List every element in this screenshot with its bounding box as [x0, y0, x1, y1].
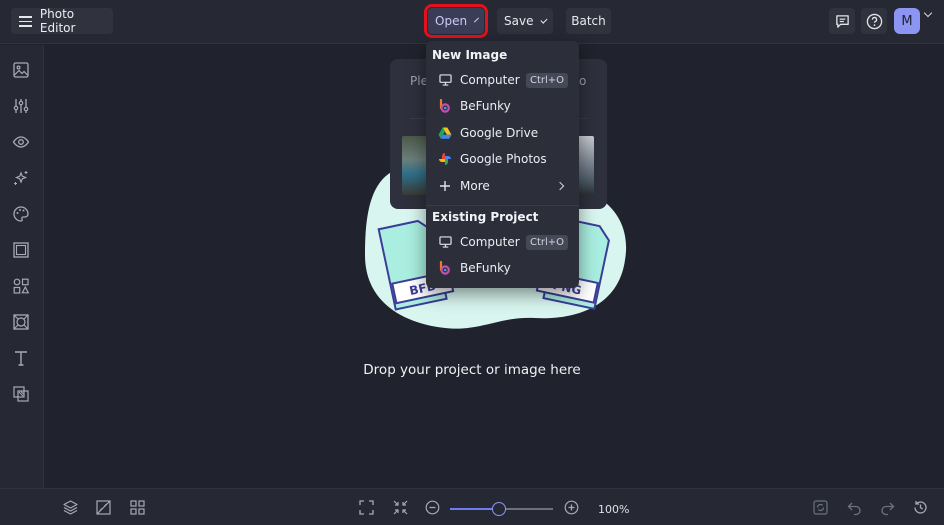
google-photos-icon — [438, 152, 452, 166]
menu-item-google-drive[interactable]: Google Drive — [426, 120, 579, 146]
hamburger-icon — [19, 16, 32, 27]
app-menu-button[interactable]: Photo Editor — [11, 7, 113, 35]
frame-icon[interactable] — [12, 241, 30, 259]
avatar[interactable]: M — [894, 8, 920, 34]
menu-item-computer[interactable]: Computer Ctrl+O — [426, 67, 579, 93]
chevron-down-icon — [540, 16, 548, 23]
new-image-heading: New Image — [432, 48, 508, 62]
zoom-in-icon[interactable] — [564, 500, 579, 515]
menu-item-project-befunky[interactable]: BeFunky — [426, 255, 579, 281]
left-toolbar — [0, 45, 44, 488]
overlay-icon[interactable] — [12, 385, 30, 403]
monitor-icon — [438, 235, 452, 249]
batch-button[interactable]: Batch — [566, 8, 611, 34]
compare-icon[interactable] — [95, 499, 112, 516]
sliders-icon[interactable] — [12, 97, 30, 115]
menu-item-label: BeFunky — [460, 99, 511, 113]
menu-item-label: More — [460, 179, 490, 193]
menu-item-label: Computer — [460, 73, 520, 87]
top-bar: Photo Editor Open Save Batch M — [0, 0, 944, 44]
menu-item-more[interactable]: More — [426, 173, 579, 199]
menu-item-project-computer[interactable]: Computer Ctrl+O — [426, 229, 579, 255]
shortcut-badge: Ctrl+O — [526, 235, 569, 250]
menu-item-label: Computer — [460, 235, 520, 249]
chevron-down-icon — [474, 17, 480, 22]
open-label: Open — [435, 14, 468, 28]
layers-icon[interactable] — [62, 499, 79, 516]
fit-screen-icon[interactable] — [358, 499, 375, 516]
menu-item-label: Google Drive — [460, 126, 539, 140]
open-menu: New Image Computer Ctrl+O BeFunky Google… — [426, 41, 579, 288]
app-title: Photo Editor — [39, 7, 76, 35]
shapes-icon[interactable] — [12, 277, 30, 295]
help-icon — [866, 13, 882, 29]
monitor-icon — [438, 73, 452, 87]
grid-icon[interactable] — [129, 499, 146, 516]
batch-label: Batch — [571, 14, 606, 28]
save-label: Save — [504, 14, 534, 28]
bottom-bar: 100% — [0, 488, 944, 525]
befunky-icon — [438, 261, 452, 275]
history-icon[interactable] — [912, 499, 929, 516]
plus-icon — [438, 179, 452, 193]
help-button[interactable] — [861, 8, 887, 34]
menu-item-befunky[interactable]: BeFunky — [426, 93, 579, 119]
zoom-slider-handle[interactable] — [492, 502, 507, 516]
sample-thumbnail[interactable] — [402, 136, 427, 195]
menu-divider — [426, 205, 579, 206]
chat-icon — [835, 14, 849, 28]
eye-icon[interactable] — [12, 133, 30, 151]
refresh-icon[interactable] — [812, 499, 829, 516]
feedback-button[interactable] — [829, 8, 855, 34]
menu-item-label: BeFunky — [460, 261, 511, 275]
image-icon[interactable] — [12, 61, 30, 79]
undo-icon[interactable] — [846, 499, 863, 516]
befunky-icon — [438, 99, 452, 113]
texture-icon[interactable] — [12, 313, 30, 331]
drop-prompt: Drop your project or image here — [363, 362, 581, 378]
menu-item-label: Google Photos — [460, 152, 547, 166]
chevron-right-icon — [555, 181, 565, 191]
shortcut-badge: Ctrl+O — [526, 73, 569, 88]
save-button[interactable]: Save — [497, 8, 553, 34]
zoom-out-icon[interactable] — [425, 500, 440, 515]
google-drive-icon — [438, 126, 452, 140]
redo-icon[interactable] — [879, 499, 896, 516]
upload-text-right: o — [579, 74, 587, 88]
menu-item-google-photos[interactable]: Google Photos — [426, 146, 579, 172]
palette-icon[interactable] — [12, 205, 30, 223]
existing-project-heading: Existing Project — [432, 210, 539, 224]
open-button[interactable]: Open — [424, 4, 488, 38]
actual-size-icon[interactable] — [392, 499, 409, 516]
zoom-level: 100% — [598, 503, 630, 516]
chevron-down-icon[interactable] — [923, 8, 933, 18]
sparkle-icon[interactable] — [12, 169, 30, 187]
